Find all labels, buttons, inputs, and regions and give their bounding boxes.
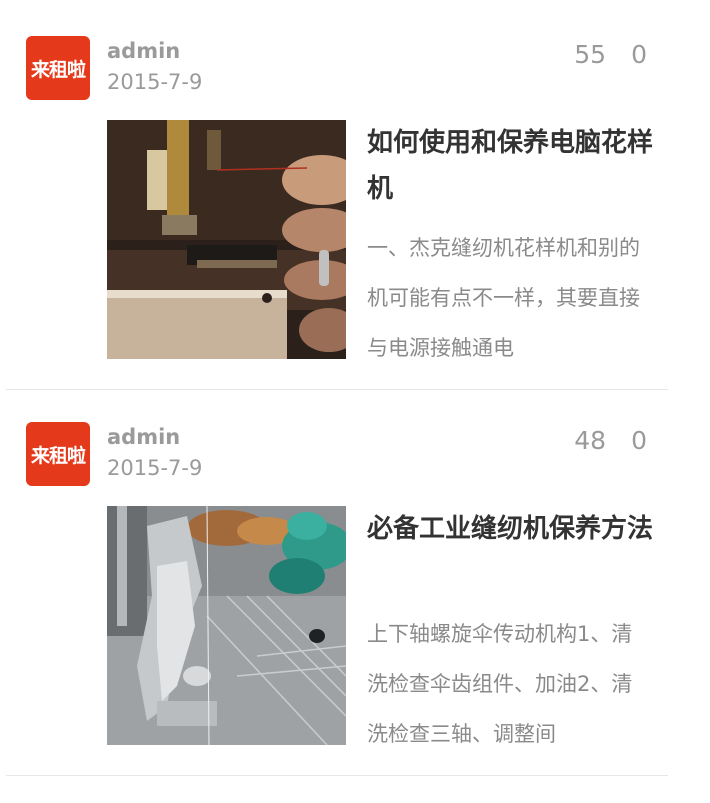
- post-title[interactable]: 如何使用和保养电脑花样机: [367, 120, 657, 212]
- view-count: 48: [574, 426, 606, 455]
- avatar[interactable]: 来租啦: [26, 422, 90, 486]
- avatar-logo-text: 来租啦: [30, 444, 86, 467]
- post-date: 2015-7-9: [107, 70, 203, 94]
- avatar-logo-text: 来租啦: [30, 58, 86, 81]
- author-name[interactable]: admin: [107, 425, 180, 449]
- view-count: 55: [574, 40, 606, 69]
- post-date: 2015-7-9: [107, 456, 203, 480]
- post-thumbnail[interactable]: [107, 506, 346, 745]
- comment-count: 0: [631, 426, 647, 455]
- post-excerpt: 一、杰克缝纫机花样机和别的机可能有点不一样，其要直接与电源接触通电: [367, 236, 640, 360]
- avatar[interactable]: 来租啦: [26, 36, 90, 100]
- post-feed: 来租啦 admin 2015-7-9 55 0 如何使用和保养电脑花样机 一、杰…: [0, 0, 710, 803]
- divider: [6, 775, 668, 776]
- comment-count: 0: [631, 40, 647, 69]
- author-name[interactable]: admin: [107, 39, 180, 63]
- post-card[interactable]: 来租啦 admin 2015-7-9 55 0 如何使用和保养电脑花样机 一、杰…: [0, 0, 710, 390]
- post-thumbnail[interactable]: [107, 120, 346, 359]
- post-title[interactable]: 必备工业缝纫机保养方法: [367, 506, 657, 552]
- post-card[interactable]: 来租啦 admin 2015-7-9 48 0 必备工业缝纫机保养方法 上下轴螺…: [0, 386, 710, 786]
- post-excerpt: 上下轴螺旋伞传动机构1、清洗检查伞齿组件、加油2、清洗检查三轴、调整间: [367, 622, 633, 746]
